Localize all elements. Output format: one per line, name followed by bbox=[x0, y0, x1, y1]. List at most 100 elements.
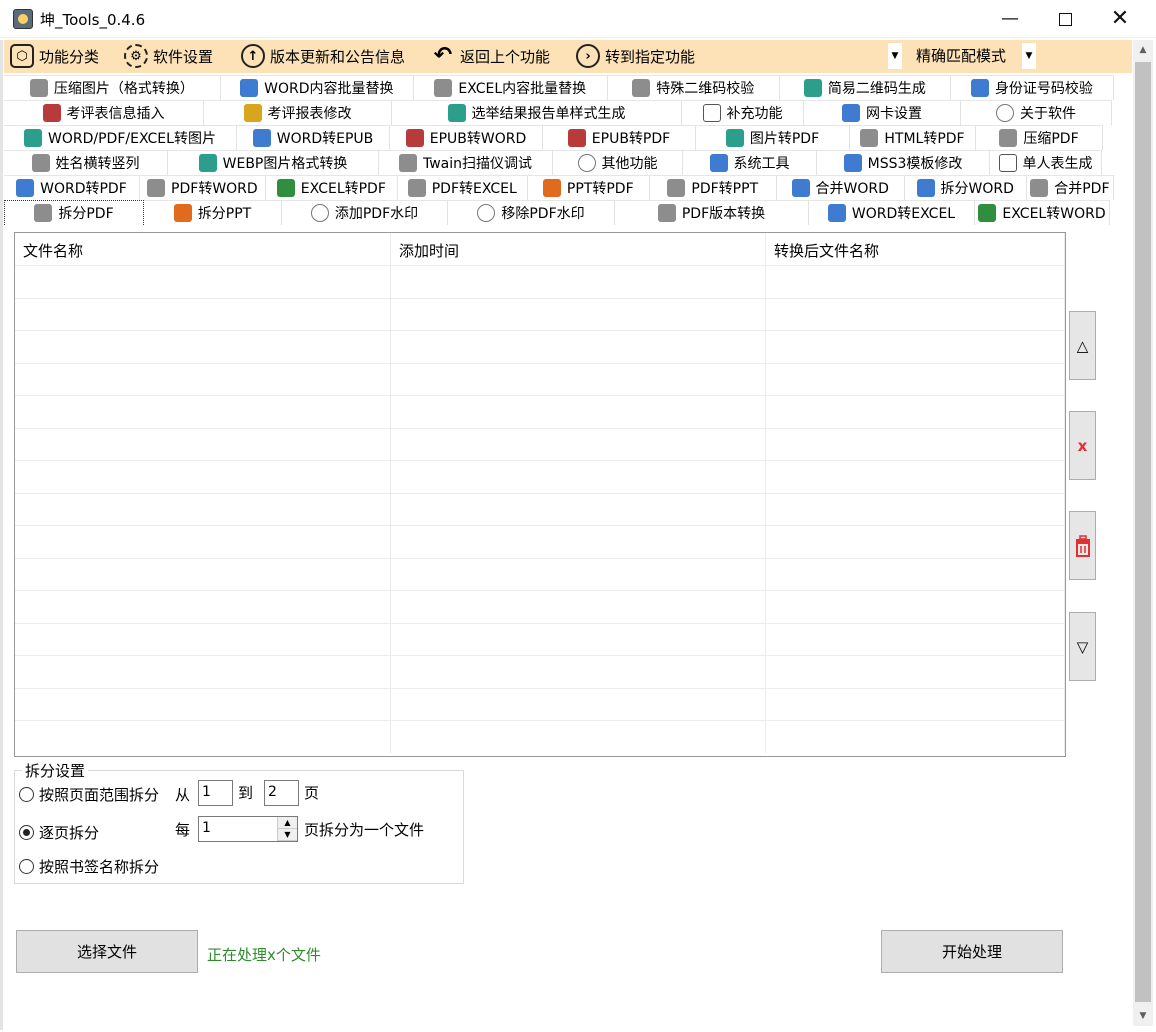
stepper-up-icon[interactable]: ▲ bbox=[278, 817, 297, 829]
scrollbar-thumb[interactable] bbox=[1135, 62, 1151, 1002]
column-header-filename[interactable]: 文件名称 bbox=[15, 233, 391, 265]
match-mode-select[interactable]: 精确匹配模式 bbox=[910, 43, 1022, 69]
tab-row6-4[interactable]: PDF版本转换 bbox=[615, 200, 809, 225]
scroll-up-icon[interactable]: ▲ bbox=[1133, 40, 1153, 60]
table-row[interactable] bbox=[15, 720, 1065, 753]
tab-row5-4[interactable]: PPT转PDF bbox=[527, 175, 650, 200]
tab-icon bbox=[147, 179, 166, 197]
tab-row5-6[interactable]: 合并WORD bbox=[776, 175, 905, 200]
split-by-bookmark-radio[interactable] bbox=[19, 859, 34, 874]
tab-label: PDF转EXCEL bbox=[431, 181, 517, 197]
from-page-input[interactable]: 1 bbox=[198, 780, 233, 806]
toolbar-updates-button[interactable]: ↑ 版本更新和公告信息 bbox=[241, 42, 405, 70]
tab-row2-3[interactable]: 补充功能 bbox=[682, 100, 804, 125]
tab-label: EXCEL转WORD bbox=[1002, 206, 1106, 222]
tab-row3-4[interactable]: 图片转PDF bbox=[696, 125, 850, 150]
tab-row6-0[interactable]: 拆分PDF bbox=[4, 200, 144, 225]
table-row[interactable] bbox=[15, 590, 1065, 623]
tab-row1-5[interactable]: 身份证号码校验 bbox=[950, 75, 1114, 100]
remove-item-button[interactable]: x bbox=[1069, 411, 1096, 480]
tab-row3-0[interactable]: WORD/PDF/EXCEL转图片 bbox=[4, 125, 237, 150]
split-by-range-radio[interactable] bbox=[19, 787, 34, 802]
select-files-button[interactable]: 选择文件 bbox=[16, 930, 198, 973]
tab-row2-4[interactable]: 网卡设置 bbox=[804, 100, 961, 125]
column-header-added-time[interactable]: 添加时间 bbox=[391, 233, 766, 265]
clear-list-button[interactable] bbox=[1069, 511, 1096, 580]
tab-row2-1[interactable]: 考评报表修改 bbox=[204, 100, 392, 125]
tab-row5-1[interactable]: PDF转WORD bbox=[139, 175, 266, 200]
move-down-button[interactable]: ▽ bbox=[1069, 612, 1096, 681]
toolbar-feature-category-button[interactable]: ⬡ 功能分类 bbox=[10, 42, 99, 70]
stepper-down-icon[interactable]: ▼ bbox=[278, 829, 297, 841]
tab-row5-2[interactable]: EXCEL转PDF bbox=[265, 175, 398, 200]
tab-row3-1[interactable]: WORD转EPUB bbox=[237, 125, 390, 150]
vertical-scrollbar[interactable]: ▲ ▼ bbox=[1133, 40, 1153, 1026]
table-cell bbox=[391, 266, 766, 298]
maximize-button[interactable] bbox=[1040, 0, 1090, 38]
tab-row3-2[interactable]: EPUB转WORD bbox=[390, 125, 543, 150]
tab-row2-2[interactable]: 选举结果报告单样式生成 bbox=[392, 100, 682, 125]
table-row[interactable] bbox=[15, 297, 1065, 330]
toolbar-goto-button[interactable]: › 转到指定功能 bbox=[576, 42, 695, 70]
tab-row3-6[interactable]: 压缩PDF bbox=[976, 125, 1103, 150]
move-up-button[interactable]: △ bbox=[1069, 311, 1096, 380]
table-cell bbox=[15, 623, 391, 655]
tab-row5-0[interactable]: WORD转PDF bbox=[4, 175, 140, 200]
tab-row2-0[interactable]: 考评表信息插入 bbox=[4, 100, 204, 125]
tab-row6-3[interactable]: 移除PDF水印 bbox=[448, 200, 615, 225]
toolbar-settings-button[interactable]: ⚙ 软件设置 bbox=[124, 42, 213, 70]
split-by-bookmark-option[interactable]: 按照书签名称拆分 bbox=[19, 856, 159, 877]
tab-icon bbox=[405, 129, 424, 147]
table-row[interactable] bbox=[15, 492, 1065, 525]
table-row[interactable] bbox=[15, 460, 1065, 493]
table-row[interactable] bbox=[15, 265, 1065, 298]
table-row[interactable] bbox=[15, 655, 1065, 688]
tab-row6-2[interactable]: 添加PDF水印 bbox=[282, 200, 448, 225]
split-per-page-radio[interactable] bbox=[19, 825, 34, 840]
split-per-page-option[interactable]: 逐页拆分 bbox=[19, 822, 99, 843]
close-button[interactable]: ✕ bbox=[1095, 0, 1145, 38]
tab-row4-3[interactable]: 其他功能 bbox=[553, 150, 683, 175]
table-row[interactable] bbox=[15, 525, 1065, 558]
tab-row4-5[interactable]: MSS3模板修改 bbox=[817, 150, 990, 175]
start-processing-button[interactable]: 开始处理 bbox=[881, 930, 1063, 973]
table-row[interactable] bbox=[15, 687, 1065, 720]
tab-row5-8[interactable]: 合并PDF bbox=[1026, 175, 1115, 200]
scroll-down-icon[interactable]: ▼ bbox=[1133, 1006, 1153, 1026]
tab-row1-4[interactable]: 简易二维码生成 bbox=[779, 75, 951, 100]
tab-row1-1[interactable]: WORD内容批量替换 bbox=[220, 75, 414, 100]
minimize-button[interactable]: — bbox=[985, 0, 1035, 38]
table-row[interactable] bbox=[15, 427, 1065, 460]
tab-row3-3[interactable]: EPUB转PDF bbox=[543, 125, 696, 150]
tab-row1-0[interactable]: 压缩图片（格式转换） bbox=[4, 75, 221, 100]
tab-row2-5[interactable]: 关于软件 bbox=[961, 100, 1112, 125]
tab-row6-5[interactable]: WORD转EXCEL bbox=[809, 200, 975, 225]
to-page-input[interactable]: 2 bbox=[264, 780, 299, 806]
tab-label: PDF版本转换 bbox=[681, 206, 766, 222]
tab-row4-2[interactable]: Twain扫描仪调试 bbox=[379, 150, 553, 175]
tab-row4-6[interactable]: 单人表生成 bbox=[990, 150, 1102, 175]
table-row[interactable] bbox=[15, 362, 1065, 395]
tab-row1-3[interactable]: 特殊二维码校验 bbox=[607, 75, 780, 100]
tab-row3-5[interactable]: HTML转PDF bbox=[850, 125, 976, 150]
table-row[interactable] bbox=[15, 557, 1065, 590]
tab-row4-4[interactable]: 系统工具 bbox=[683, 150, 817, 175]
tab-row5-7[interactable]: 拆分WORD bbox=[904, 175, 1027, 200]
table-row[interactable] bbox=[15, 395, 1065, 428]
table-row[interactable] bbox=[15, 622, 1065, 655]
tab-icon bbox=[667, 179, 686, 197]
match-mode-dropdown-arrow[interactable]: ▼ bbox=[1022, 43, 1036, 69]
tab-row4-0[interactable]: 姓名横转竖列 bbox=[4, 150, 168, 175]
tab-row5-5[interactable]: PDF转PPT bbox=[649, 175, 777, 200]
function-search-dropdown-arrow[interactable]: ▼ bbox=[888, 43, 902, 69]
tab-row4-1[interactable]: WEBP图片格式转换 bbox=[168, 150, 379, 175]
file-list-table[interactable]: 文件名称 添加时间 转换后文件名称 bbox=[14, 232, 1066, 757]
toolbar-back-button[interactable]: ↶ 返回上个功能 bbox=[431, 42, 550, 70]
tab-row1-2[interactable]: EXCEL内容批量替换 bbox=[413, 75, 608, 100]
split-by-range-option[interactable]: 按照页面范围拆分 bbox=[19, 784, 159, 805]
tab-row6-6[interactable]: EXCEL转WORD bbox=[975, 200, 1110, 225]
tab-row5-3[interactable]: PDF转EXCEL bbox=[397, 175, 528, 200]
table-row[interactable] bbox=[15, 330, 1065, 363]
column-header-output-name[interactable]: 转换后文件名称 bbox=[766, 233, 1065, 265]
tab-row6-1[interactable]: 拆分PPT bbox=[144, 200, 282, 225]
